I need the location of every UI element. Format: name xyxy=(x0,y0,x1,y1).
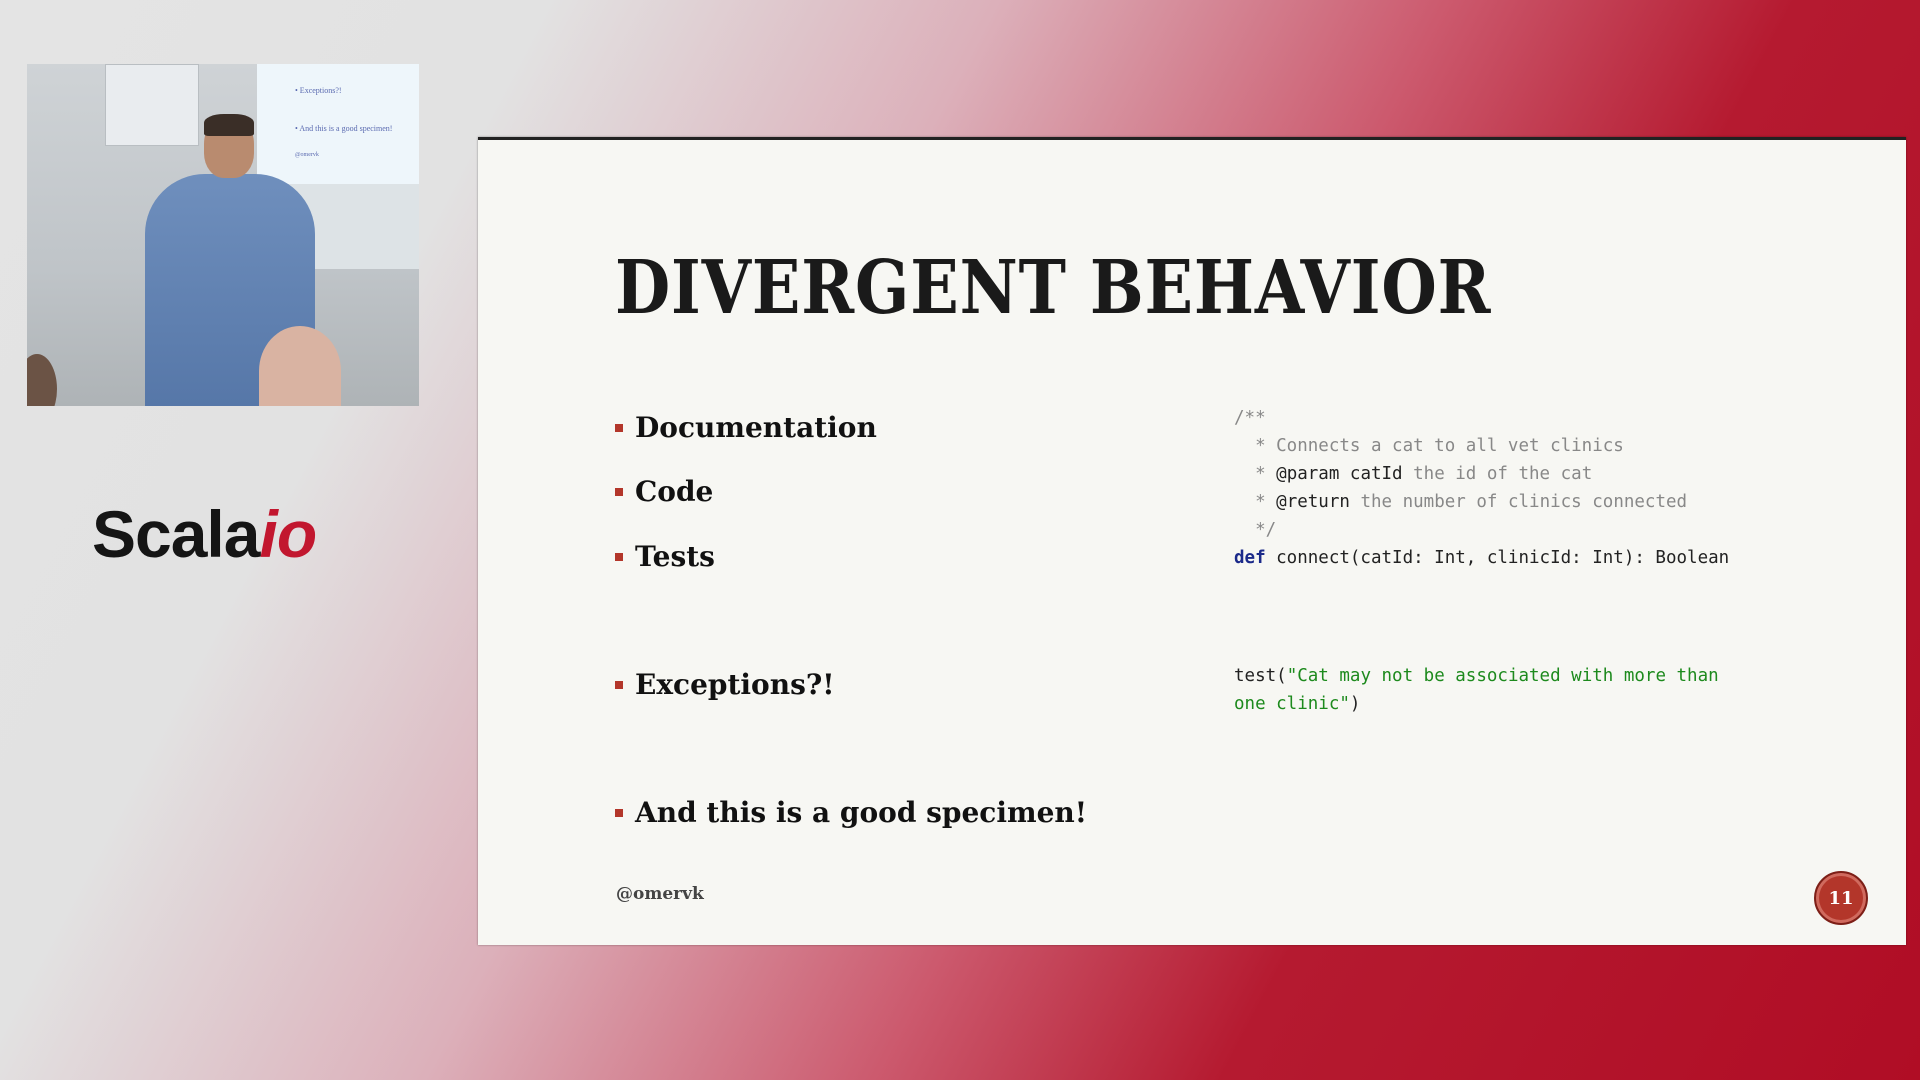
code-line: the id of the cat xyxy=(1402,464,1593,484)
code-line: the number of clinics connected xyxy=(1349,492,1688,512)
speaker-video: • Exceptions?! • And this is a good spec… xyxy=(27,64,419,406)
bullet-marker xyxy=(615,487,623,496)
bullet-marker xyxy=(615,808,623,817)
code-line: */ xyxy=(1234,520,1277,540)
bullet-marker xyxy=(615,423,623,432)
bullet-text: Documentation xyxy=(635,411,877,444)
bullet-item: Tests xyxy=(615,540,715,573)
code-fn: test( xyxy=(1234,666,1287,686)
code-keyword: def xyxy=(1234,548,1266,568)
logo-accent-text: io xyxy=(259,497,317,571)
projected-slide: • Exceptions?! • And this is a good spec… xyxy=(257,64,419,184)
code-line: * Connects a cat to all vet clinics xyxy=(1234,436,1624,456)
code-doc-tag: @return xyxy=(1276,492,1350,512)
scalaio-logo: Scalaio xyxy=(92,496,317,572)
projection-line: @omervk xyxy=(295,152,319,158)
code-line: connect(catId: Int, clinicId: Int): Bool… xyxy=(1265,548,1730,568)
bullet-marker xyxy=(615,552,623,561)
logo-main-text: Scala xyxy=(92,497,260,571)
code-block-doc: /** * Connects a cat to all vet clinics … xyxy=(1234,404,1729,572)
code-paren: ) xyxy=(1349,694,1361,714)
code-string: "Cat may not be associated with more tha… xyxy=(1286,666,1719,686)
code-string: one clinic" xyxy=(1234,694,1350,714)
bullet-text: Exceptions?! xyxy=(635,668,835,701)
bullet-item: Exceptions?! xyxy=(615,668,835,701)
bullet-item: And this is a good specimen! xyxy=(615,796,1087,829)
bullet-marker xyxy=(615,680,623,689)
audience-head xyxy=(259,326,341,406)
code-prefix: * xyxy=(1234,492,1277,512)
slide-title: Divergent Behavior xyxy=(615,245,1492,331)
wall-paper xyxy=(105,64,199,146)
speaker-hair xyxy=(204,114,254,136)
bullet-item: Code xyxy=(615,475,713,508)
code-prefix: * xyxy=(1234,464,1277,484)
presentation-slide: Divergent Behavior Documentation Code Te… xyxy=(478,137,1906,945)
bullet-text: Tests xyxy=(635,540,715,573)
bullet-item: Documentation xyxy=(615,411,877,444)
bullet-text: Code xyxy=(635,475,714,508)
projection-line: • Exceptions?! xyxy=(295,86,342,95)
twitter-handle: @omervk xyxy=(616,884,704,904)
code-line: /** xyxy=(1234,408,1266,428)
bullet-text: And this is a good specimen! xyxy=(635,796,1088,829)
projection-line: • And this is a good specimen! xyxy=(295,124,393,133)
page-number-badge: 11 xyxy=(1814,871,1868,925)
audience-head xyxy=(27,354,57,406)
code-block-test: test("Cat may not be associated with mor… xyxy=(1234,662,1719,718)
code-doc-tag: @param catId xyxy=(1276,464,1403,484)
